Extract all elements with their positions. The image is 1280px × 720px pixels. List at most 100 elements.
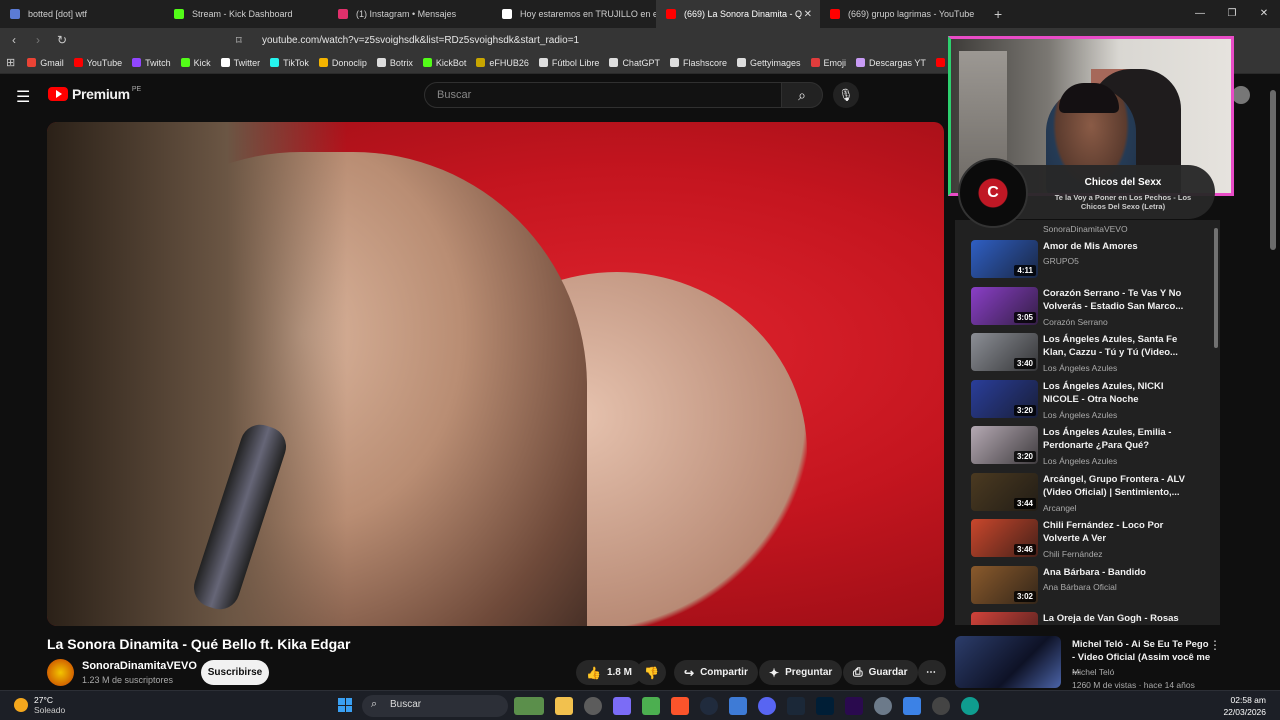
reload-icon[interactable]: ↻ — [52, 33, 72, 47]
premiere-icon[interactable] — [845, 697, 863, 715]
bookmark-item[interactable]: Flashscore — [669, 58, 727, 68]
app-icon[interactable] — [514, 697, 544, 715]
playlist-thumbnail[interactable] — [971, 612, 1038, 625]
bookmark-item[interactable]: Twitter — [220, 58, 260, 68]
settings-icon[interactable] — [874, 697, 892, 715]
recommended-thumbnail[interactable] — [955, 636, 1061, 688]
app-icon[interactable] — [932, 697, 950, 715]
bookmark-icon[interactable]: ⌑ — [236, 34, 242, 47]
tab-item[interactable]: (669) grupo lagrimas - YouTube — [820, 0, 984, 28]
subscribe-button[interactable]: Suscribirse — [201, 660, 269, 685]
back-icon[interactable]: ‹ — [4, 33, 24, 47]
playlist-item[interactable]: 4:11 Amor de Mis Amores GRUPO5 — [971, 240, 1201, 282]
bookmark-item[interactable]: ChatGPT — [609, 58, 660, 68]
recommended-channel[interactable]: Michel Teló — [1072, 667, 1114, 677]
playlist-thumbnail[interactable]: 3:20 — [971, 426, 1038, 464]
dislike-button[interactable]: 👎 — [636, 660, 666, 685]
bookmark-item[interactable]: TikTok — [270, 58, 309, 68]
save-button[interactable]: ⎙ Guardar — [843, 660, 918, 685]
bookmark-item[interactable]: Emoji — [810, 58, 846, 68]
bookmark-item[interactable]: KickBot — [422, 58, 466, 68]
playlist-item-title[interactable]: Chili Fernández - Loco Por Volverte A Ve… — [1043, 519, 1193, 545]
playlist-item[interactable]: 3:05 Corazón Serrano - Te Vas Y No Volver… — [971, 286, 1201, 329]
system-clock[interactable]: 02:58 am 22/03/2026 — [1223, 694, 1266, 718]
tab-item[interactable]: (1) Instagram • Mensajes — [328, 0, 492, 28]
playlist-item[interactable]: 3:44 Arcángel, Grupo Frontera - ALV (Vide… — [971, 472, 1201, 515]
tab-item[interactable]: botted [dot] wtf — [0, 0, 164, 28]
menu-icon[interactable]: ☰ — [16, 87, 30, 107]
url-field[interactable]: youtube.com/watch?v=z5svoighsdk&list=RDz… — [262, 35, 579, 46]
share-button[interactable]: ↪ Compartir — [674, 660, 758, 685]
playlist-item-title[interactable]: Amor de Mis Amores — [1043, 240, 1193, 253]
like-button[interactable]: 👍 1.8 M — [576, 660, 642, 685]
app-icon[interactable] — [584, 697, 602, 715]
playlist-item[interactable]: 3:40 Los Ángeles Azules, Santa Fe Klan, C… — [971, 333, 1201, 375]
more-icon[interactable]: ⋮ — [1209, 638, 1221, 652]
search-input[interactable]: Buscar — [424, 82, 782, 108]
tab-item[interactable]: (669) La Sonora Dinamita - Q ✕ — [656, 0, 820, 28]
avatar[interactable] — [1232, 86, 1250, 104]
app-icon[interactable] — [903, 697, 921, 715]
playlist-scrollbar[interactable] — [1214, 228, 1218, 348]
playlist-thumbnail[interactable]: 3:05 — [971, 286, 1038, 325]
playlist-thumbnail[interactable]: 4:11 — [971, 240, 1038, 278]
bookmark-item[interactable]: Donoclip — [318, 58, 367, 68]
bookmark-item[interactable]: Descargas YT — [856, 58, 926, 68]
playlist-item-title[interactable]: Corazón Serrano - Te Vas Y No Volverás -… — [1043, 287, 1193, 313]
edge-icon[interactable] — [961, 697, 979, 715]
app-icon[interactable] — [729, 697, 747, 715]
page-scrollbar[interactable] — [1270, 90, 1276, 250]
bookmark-item[interactable]: YouTube — [73, 58, 122, 68]
playlist-item[interactable]: 3:02 Ana Bárbara - Bandido Ana Bárbara Ofi… — [971, 565, 1201, 608]
playlist-item-title[interactable]: La Oreja de Van Gogh - Rosas (Video Ofic… — [1043, 612, 1193, 625]
youtube-logo[interactable]: Premium PE — [48, 86, 141, 102]
playlist-item-title[interactable]: Los Ángeles Azules, NICKI NICOLE - Otra … — [1043, 380, 1193, 406]
discord-icon[interactable] — [758, 697, 776, 715]
restore-icon[interactable]: ❐ — [1216, 0, 1248, 28]
playlist-thumbnail[interactable]: 3:20 — [971, 379, 1038, 418]
app-icon[interactable] — [642, 697, 660, 715]
close-tab-icon[interactable]: ✕ — [804, 9, 812, 20]
voice-search-button[interactable]: 🎙 — [833, 82, 859, 108]
minimize-icon[interactable]: — — [1184, 0, 1216, 28]
playlist-thumbnail[interactable]: 3:02 — [971, 565, 1038, 604]
steam-icon[interactable] — [787, 697, 805, 715]
playlist-thumbnail[interactable]: 3:46 — [971, 519, 1038, 557]
search-button[interactable]: ⌕ — [781, 82, 823, 108]
windows-start-icon[interactable] — [338, 698, 352, 712]
close-window-icon[interactable]: ✕ — [1248, 0, 1280, 28]
tab-item[interactable]: Hoy estaremos en TRUJILLO en el ve — [492, 0, 656, 28]
forward-icon[interactable]: › — [28, 33, 48, 47]
playlist-item-title[interactable]: Los Ángeles Azules, Santa Fe Klan, Cazzu… — [1043, 333, 1193, 359]
weather-widget[interactable]: 27°C Soleado — [14, 695, 65, 715]
bookmark-item[interactable]: eFHUB26 — [476, 58, 529, 68]
playlist-item-title[interactable]: Ana Bárbara - Bandido — [1043, 566, 1193, 579]
taskbar-search[interactable]: ⌕ Buscar — [362, 695, 508, 717]
bookmark-item[interactable]: Gettyimages — [736, 58, 801, 68]
channel-avatar[interactable] — [47, 659, 74, 686]
file-explorer-icon[interactable] — [555, 697, 573, 715]
bookmark-item[interactable]: Botrix — [376, 58, 413, 68]
photoshop-icon[interactable] — [816, 697, 834, 715]
playlist-item-title[interactable]: Arcángel, Grupo Frontera - ALV (Video Of… — [1043, 473, 1193, 499]
playlist-thumbnail[interactable]: 3:44 — [971, 472, 1038, 511]
bookmark-item[interactable]: Twitch — [132, 58, 171, 68]
playlist-thumbnail[interactable]: 3:40 — [971, 333, 1038, 371]
bookmark-item[interactable]: Kick — [180, 58, 211, 68]
playlist-item[interactable]: 3:20 Los Ángeles Azules, NICKI NICOLE - O… — [971, 379, 1201, 422]
playlist-item[interactable]: 3:46 Chili Fernández - Loco Por Volverte … — [971, 519, 1201, 561]
bookmark-item[interactable]: Fútbol Libre — [538, 58, 599, 68]
video-player[interactable] — [47, 122, 944, 626]
playlist-item-title[interactable]: Los Ángeles Azules, Emilia - Perdonarte … — [1043, 426, 1193, 452]
new-tab-button[interactable]: + — [994, 6, 1002, 22]
tab-item[interactable]: Stream - Kick Dashboard — [164, 0, 328, 28]
recommended-video[interactable]: Michel Teló - Ai Se Eu Te Pego - Video O… — [955, 636, 1225, 690]
channel-name[interactable]: SonoraDinamitaVEVO — [82, 660, 197, 672]
ask-button[interactable]: ✦ Preguntar — [759, 660, 843, 685]
bookmark-item[interactable]: Gmail — [27, 58, 64, 68]
apps-grid-icon[interactable]: ⊞ — [6, 56, 15, 69]
brave-browser-icon[interactable] — [671, 697, 689, 715]
more-actions-button[interactable]: ⋯ — [918, 660, 946, 685]
app-icon[interactable] — [700, 697, 718, 715]
playlist-item[interactable]: La Oreja de Van Gogh - Rosas (Video Ofic… — [971, 612, 1201, 625]
